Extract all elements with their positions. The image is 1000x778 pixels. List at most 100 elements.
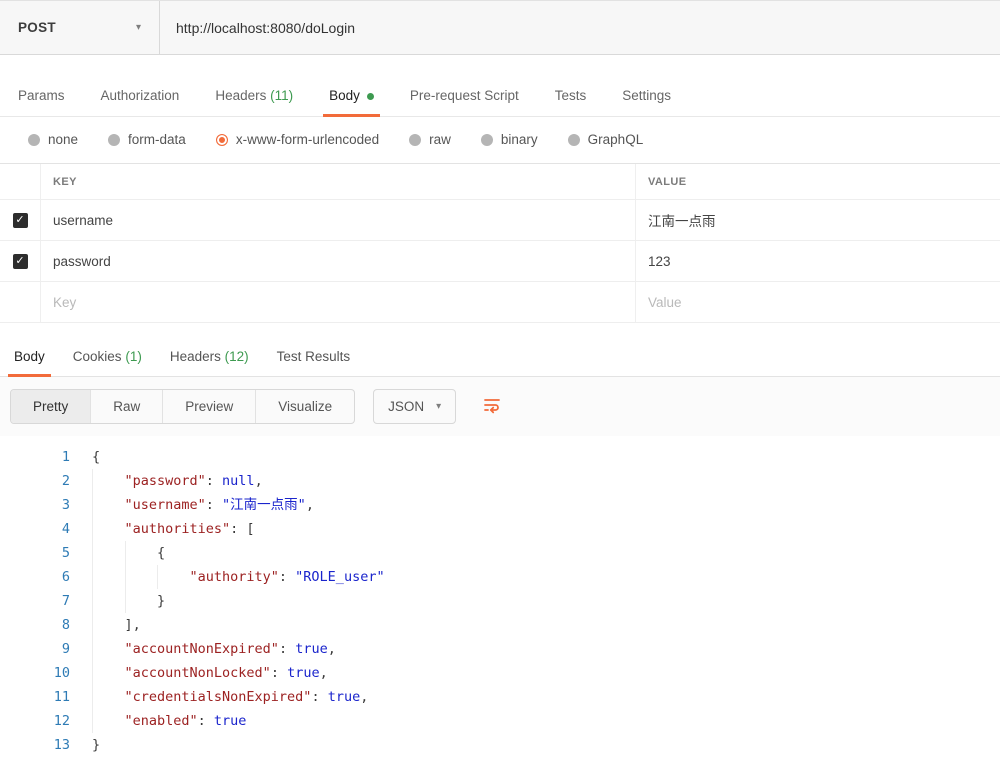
kv-header-check-cell [0,164,40,199]
value-placeholder-cell[interactable]: Value [635,282,1000,322]
res-tab-headers[interactable]: Headers (12) [156,337,263,376]
code-text: "accountNonExpired": true, [92,637,336,661]
url-input[interactable]: http://localhost:8080/doLogin [160,1,1000,54]
value-cell[interactable]: 123 [635,241,1000,281]
code-line: 4"authorities": [ [0,517,1000,541]
url-text: http://localhost:8080/doLogin [176,20,355,36]
line-number: 8 [0,613,70,637]
response-toolbar: Pretty Raw Preview Visualize JSON ▾ [0,377,1000,436]
response-tabs: Body Cookies (1) Headers (12) Test Resul… [0,337,1000,377]
row-checkbox[interactable]: ✓ [13,254,28,269]
method-label: POST [18,20,56,35]
code-text: "enabled": true [92,709,246,733]
indent-guide [92,565,125,589]
method-select[interactable]: POST ▾ [0,1,160,54]
row-checkbox[interactable]: ✓ [13,213,28,228]
value-cell[interactable]: 江南一点雨 [635,200,1000,240]
radio-selected-icon [216,134,228,146]
tab-params[interactable]: Params [0,75,83,116]
body-type-radio-binary[interactable]: binary [481,132,538,147]
code-text: "accountNonLocked": true, [92,661,328,685]
code-line: 10 "accountNonLocked": true, [0,661,1000,685]
response-code: 1{2"password": null,3"username": "江南一点雨"… [0,436,1000,757]
code-text: "credentialsNonExpired": true, [92,685,368,709]
code-text: { [92,445,100,469]
view-raw-button[interactable]: Raw [91,390,163,423]
line-number: 11 [0,685,70,709]
code-line: 3 "username": "江南一点雨", [0,493,1000,517]
code-text: } [92,589,165,613]
tab-settings[interactable]: Settings [604,75,689,116]
wrap-text-icon [482,395,502,418]
kv-header-key: KEY [40,164,635,199]
body-type-radio-raw[interactable]: raw [409,132,451,147]
radio-icon [409,134,421,146]
chevron-down-icon: ▾ [436,401,441,412]
code-text: "username": "江南一点雨", [92,493,314,517]
body-type-radio-form-data[interactable]: form-data [108,132,186,147]
radio-icon [108,134,120,146]
indent-guide [92,469,125,493]
tab-pre-request-script[interactable]: Pre-request Script [392,75,537,116]
wrap-text-button[interactable] [482,395,502,418]
key-placeholder-cell[interactable]: Key [40,282,635,322]
chevron-down-icon: ▾ [136,22,141,33]
key-cell[interactable]: password [40,241,635,281]
view-visualize-button[interactable]: Visualize [256,390,354,423]
indent-guide [157,565,190,589]
table-row-username: ✓ username 江南一点雨 [0,200,1000,241]
indent-guide [92,685,125,709]
url-bar: POST ▾ http://localhost:8080/doLogin [0,0,1000,55]
code-line: 9 "accountNonExpired": true, [0,637,1000,661]
headers-count-badge: (11) [270,88,293,103]
indent-guide [92,661,125,685]
body-type-label: raw [429,132,451,147]
view-pretty-button[interactable]: Pretty [11,390,91,423]
line-number: 9 [0,637,70,661]
indent-guide [125,565,158,589]
res-tab-cookies[interactable]: Cookies (1) [59,337,156,376]
code-text: ], [92,613,141,637]
indent-guide [125,589,158,613]
code-text: { [92,541,165,565]
format-select[interactable]: JSON ▾ [373,389,456,424]
tab-tests[interactable]: Tests [537,75,605,116]
body-type-label: binary [501,132,538,147]
view-preview-button[interactable]: Preview [163,390,256,423]
tab-headers[interactable]: Headers (11) [197,75,311,116]
tab-authorization[interactable]: Authorization [83,75,198,116]
response-headers-count-badge: (12) [225,349,249,364]
body-type-label: form-data [128,132,186,147]
body-type-label: x-www-form-urlencoded [236,132,379,147]
indent-guide [92,517,125,541]
key-cell[interactable]: username [40,200,635,240]
body-type-radio-x-www-form-urlencoded[interactable]: x-www-form-urlencoded [216,132,379,147]
table-row-password: ✓ password 123 [0,241,1000,282]
res-tab-test-results[interactable]: Test Results [263,337,365,376]
indent-guide [92,589,125,613]
table-placeholder-row: Key Value [0,282,1000,323]
line-number: 3 [0,493,70,517]
body-type-radio-graphql[interactable]: GraphQL [568,132,644,147]
tab-body[interactable]: Body [311,75,392,116]
indent-guide [92,613,125,637]
radio-icon [568,134,580,146]
line-number: 1 [0,445,70,469]
line-number: 13 [0,733,70,757]
kv-header-value: VALUE [635,164,1000,199]
line-number: 2 [0,469,70,493]
indent-guide [92,541,125,565]
line-number: 10 [0,661,70,685]
body-type-radio-none[interactable]: none [28,132,78,147]
indent-guide [92,637,125,661]
line-number: 12 [0,709,70,733]
indent-guide [92,709,125,733]
code-text: } [92,733,100,757]
radio-icon [481,134,493,146]
code-line: 2"password": null, [0,469,1000,493]
code-line: 12 "enabled": true [0,709,1000,733]
code-line: 1{ [0,445,1000,469]
request-tabs: Params Authorization Headers (11) Body P… [0,75,1000,117]
res-tab-body[interactable]: Body [0,337,59,376]
code-text: "authorities": [ [92,517,255,541]
